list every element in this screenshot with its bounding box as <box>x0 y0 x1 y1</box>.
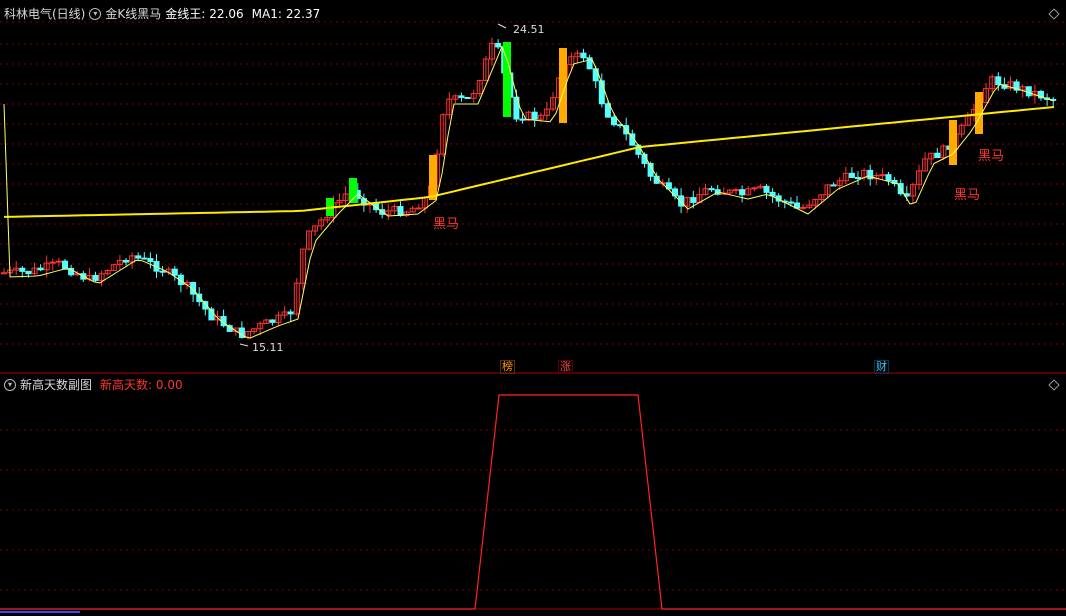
new-high-days-line <box>0 394 1066 610</box>
event-badge-zhang[interactable]: 涨 <box>558 360 573 374</box>
candle-body <box>92 274 99 281</box>
candle-body <box>848 172 855 179</box>
signal-label-heima: 黑马 <box>978 149 1004 164</box>
candle-body <box>800 206 807 209</box>
candle-body <box>855 177 861 180</box>
candle-body <box>934 152 941 159</box>
candle-body <box>1025 86 1032 97</box>
candle-body <box>495 42 502 48</box>
gold-line-series <box>3 106 1055 218</box>
candle-body <box>739 189 746 196</box>
candle-body <box>995 76 1002 86</box>
signal-label-heima: 黑马 <box>433 217 459 232</box>
low-price-label: 15.11 <box>252 341 284 354</box>
candle-body <box>519 118 526 121</box>
candle-body <box>458 95 465 99</box>
metric-gold-line-value: 22.06 <box>209 6 244 21</box>
sub-panel-header: ▾ 新高天数副图 新高天数: 0.00 <box>4 376 183 393</box>
candle-body <box>611 116 617 126</box>
candle-body <box>135 255 142 259</box>
metric-ma1-value: 22.37 <box>285 6 321 21</box>
event-badge-cai[interactable]: 财 <box>874 360 889 374</box>
candle-body <box>171 268 178 276</box>
candle-body <box>49 261 56 264</box>
candle-body <box>531 111 538 120</box>
candle-body <box>580 52 587 59</box>
candle-body <box>147 258 154 263</box>
sub-indicator-name[interactable]: 新高天数副图 <box>20 376 92 393</box>
candle-body <box>269 319 276 323</box>
candle-body <box>25 270 32 275</box>
signal-label-heima: 黑马 <box>954 188 980 203</box>
candle-body <box>763 185 770 193</box>
candle-body <box>37 267 44 271</box>
signal-candle <box>949 120 957 165</box>
candle-body <box>733 189 739 192</box>
candle-body <box>885 174 892 182</box>
candle-body <box>397 206 404 217</box>
metric-ma1-label: MA1: <box>251 6 282 21</box>
candle-body <box>787 201 794 204</box>
candle-body <box>1 272 7 275</box>
high-marker-arrow <box>497 23 507 29</box>
signal-candle <box>429 155 437 200</box>
candle-body <box>830 184 837 187</box>
candle-body <box>751 187 758 190</box>
candle-body <box>415 207 422 210</box>
candle-body <box>62 260 68 269</box>
candle-body <box>708 188 715 191</box>
candle-body <box>879 174 886 177</box>
ma1-line-series <box>3 45 1055 339</box>
sub-indicator-value: 新高天数: 0.00 <box>100 378 183 392</box>
indicator-dropdown-icon[interactable]: ▾ <box>89 7 102 20</box>
candle-body <box>287 311 294 315</box>
stock-name[interactable]: 科林电气(日线) <box>4 5 85 22</box>
event-badge-bang[interactable]: 榜 <box>500 360 515 374</box>
candle-body <box>159 270 166 273</box>
sub-indicator-dropdown-icon[interactable]: ▾ <box>4 378 16 391</box>
chart-canvas[interactable]: 24.5115.11黑马黑马黑马 <box>0 0 1066 616</box>
candle-body <box>123 259 129 263</box>
candle-body <box>55 260 62 263</box>
candle-body <box>464 97 471 100</box>
metric-gold-line-label: 金线王: <box>165 7 206 21</box>
high-price-label: 24.51 <box>513 23 545 36</box>
candle-body <box>19 267 26 272</box>
candle-body <box>141 257 148 260</box>
main-indicator-name[interactable]: 金K线黑马 <box>105 5 161 22</box>
main-panel-header: 科林电气(日线) ▾ 金K线黑马 金线王: 22.06 MA1: 22.37 <box>4 5 320 22</box>
candle-body <box>690 197 697 203</box>
